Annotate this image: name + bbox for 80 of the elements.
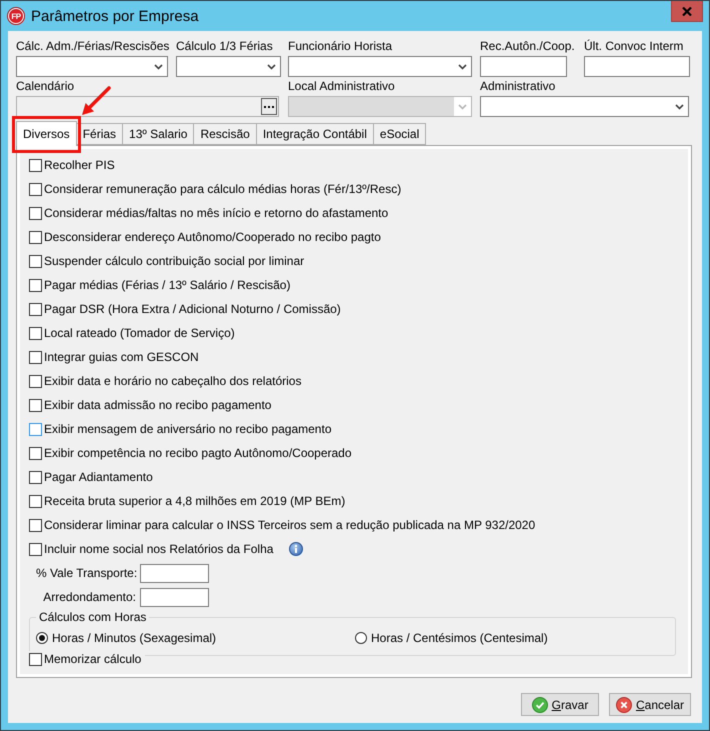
checkbox[interactable] (29, 518, 42, 532)
field-label: Local Administrativo (288, 79, 395, 94)
checkbox[interactable] (29, 206, 42, 220)
number-field[interactable] (140, 564, 209, 582)
checkbox-label[interactable]: Desconsiderar endereço Autônomo/Cooperado no recibo pagto (44, 230, 381, 244)
checkbox[interactable] (29, 230, 42, 244)
checkbox-label[interactable]: Considerar liminar para calcular o INSS Terceiros sem a redução publicada na MP 932/2020 (44, 518, 536, 532)
checkbox-label[interactable]: Pagar Adiantamento (44, 470, 153, 484)
chevron-down-icon (458, 104, 467, 110)
checkbox[interactable] (29, 278, 42, 292)
checkbox-label[interactable]: Local rateado (Tomador de Serviço) (44, 326, 235, 340)
field-label: Cálc. Adm./Férias/Rescisões (16, 39, 170, 54)
checkbox-label[interactable]: Integrar guias com GESCON (44, 350, 199, 364)
checkbox-label[interactable]: Recolher PIS (44, 158, 115, 172)
info-icon[interactable] (289, 542, 304, 556)
check-circle-icon (532, 696, 548, 712)
dropdown[interactable] (16, 56, 168, 77)
tab[interactable]: 13º Salario (122, 123, 194, 145)
cancel-button[interactable]: Cancelar (609, 693, 691, 716)
checkbox[interactable] (29, 652, 42, 666)
checkbox-label[interactable]: Pagar médias (Férias / 13º Salário / Rescisão) (44, 278, 290, 292)
checkbox[interactable] (29, 326, 42, 340)
dropdown[interactable] (176, 56, 281, 77)
field-label: Rec.Autôn./Coop. (480, 39, 575, 54)
field-label: Cálculo 1/3 Férias (176, 39, 273, 54)
number-field[interactable] (140, 588, 209, 606)
checkbox-label[interactable]: Incluir nome social nos Relatórios da Folha (44, 542, 274, 556)
chevron-down-icon (267, 64, 276, 70)
window-title: Parâmetros por Empresa (31, 8, 199, 24)
checkbox-label[interactable]: Exibir mensagem de aniversário no recibo pagamento (44, 422, 332, 436)
checkbox-label[interactable]: Considerar médias/faltas no mês início e retorno do afastamento (44, 206, 388, 220)
radio-label[interactable]: Horas / Minutos (Sexagesimal) (52, 631, 216, 645)
checkbox[interactable] (29, 470, 42, 484)
tab[interactable]: Rescisão (193, 123, 257, 145)
checkbox[interactable] (29, 302, 42, 316)
checkbox[interactable] (29, 422, 42, 436)
checkbox-label[interactable]: Exibir data admissão no recibo pagamento (44, 398, 272, 412)
checkbox-label[interactable]: Suspender cálculo contribuição social por liminar (44, 254, 304, 268)
tab[interactable]: Integração Contábil (256, 123, 374, 145)
checkbox-label[interactable]: Pagar DSR (Hora Extra / Adicional Noturno / Comissão) (44, 302, 341, 316)
group-title: Cálculos com Horas (38, 610, 148, 624)
tab[interactable]: Diversos (16, 121, 77, 146)
close-icon (682, 6, 692, 16)
browse-button[interactable] (261, 98, 277, 115)
close-button[interactable] (671, 1, 703, 22)
chevron-down-icon (154, 64, 163, 70)
radio-button[interactable] (36, 632, 48, 644)
text-field[interactable] (584, 56, 690, 77)
field-label: Administrativo (480, 79, 556, 94)
checkbox-label[interactable]: Considerar remuneração para cálculo médias horas (Fér/13º/Resc) (44, 182, 402, 196)
checkbox[interactable] (29, 374, 42, 388)
text-field[interactable] (480, 56, 567, 77)
checkbox-label[interactable]: Receita bruta superior a 4,8 milhões em 2019 (MP BEm) (44, 494, 346, 508)
highlight-frame (12, 116, 81, 153)
field-label: Arredondamento: (42, 590, 136, 604)
checkbox-label[interactable]: Exibir data e horário no cabeçalho dos relatórios (44, 374, 302, 388)
checkbox[interactable] (29, 398, 42, 412)
field-label: Calendário (16, 79, 74, 94)
checkbox[interactable] (29, 494, 42, 508)
tab[interactable]: eSocial (372, 123, 426, 145)
field-label: Funcionário Horista (288, 39, 392, 54)
checkbox[interactable] (29, 446, 42, 460)
x-circle-icon (616, 696, 632, 712)
radio-button[interactable] (355, 632, 367, 644)
checkbox-label[interactable]: Exibir competência no recibo pagto Autônomo/Cooperado (44, 446, 352, 460)
checkbox[interactable] (29, 254, 42, 268)
app-logo: FP (8, 8, 24, 24)
chevron-down-icon (458, 64, 467, 70)
field-label: % Vale Transporte: (36, 566, 136, 580)
checkbox[interactable] (29, 182, 42, 196)
checkbox[interactable] (29, 542, 42, 556)
checkbox[interactable] (29, 158, 42, 172)
save-button[interactable]: Gravar (521, 693, 599, 716)
lookup-field[interactable] (16, 96, 279, 117)
checkbox[interactable] (29, 350, 42, 364)
chevron-down-icon (675, 104, 684, 110)
radio-label[interactable]: Horas / Centésimos (Centesimal) (371, 631, 548, 645)
dropdown[interactable] (480, 96, 689, 117)
dropdown[interactable] (288, 56, 472, 77)
field-label: Últ. Convoc Interm (584, 39, 684, 54)
